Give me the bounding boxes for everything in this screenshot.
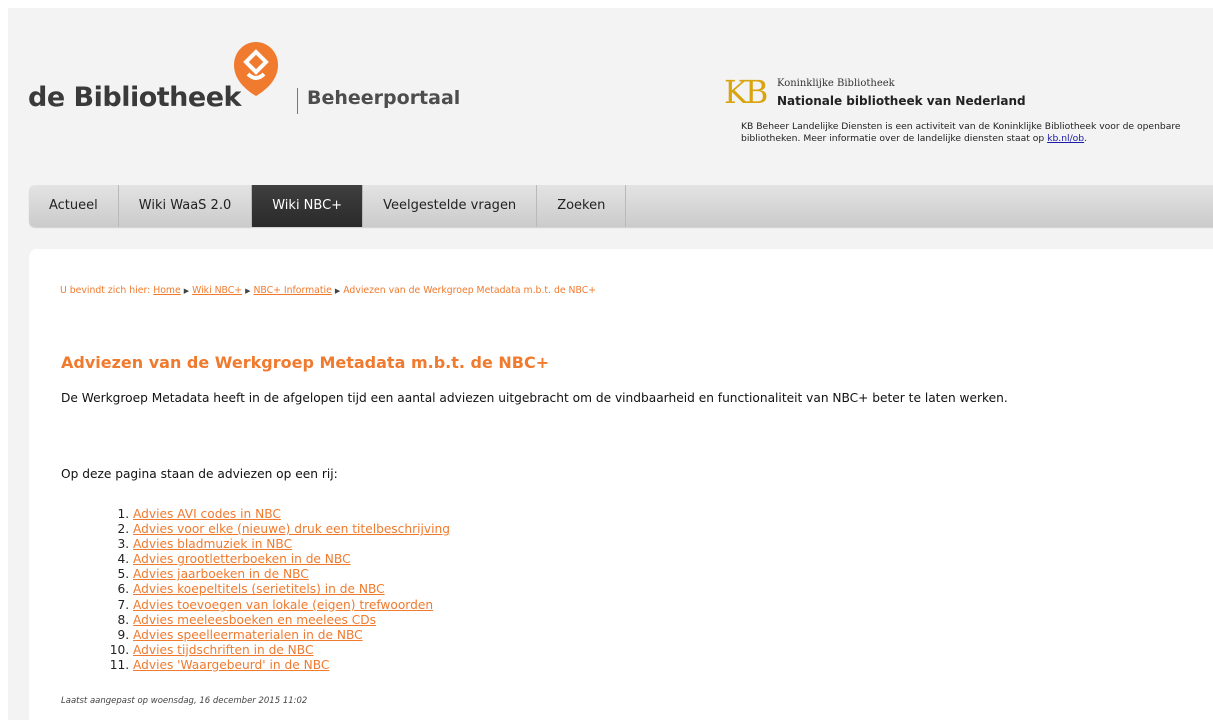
nav-wiki-waas[interactable]: Wiki WaaS 2.0 xyxy=(119,185,253,227)
advies-link[interactable]: Advies voor elke (nieuwe) druk een titel… xyxy=(133,522,450,536)
list-item: Advies voor elke (nieuwe) druk een titel… xyxy=(133,522,450,537)
advies-link[interactable]: Advies tijdschriften in de NBC xyxy=(133,643,313,657)
advies-link[interactable]: Advies koepeltitels (serietitels) in de … xyxy=(133,582,385,596)
page-title: Adviezen van de Werkgroep Metadata m.b.t… xyxy=(61,353,550,372)
advies-link[interactable]: Advies toevoegen van lokale (eigen) tref… xyxy=(133,598,433,612)
header-separator xyxy=(297,88,298,114)
breadcrumb-arrow-icon: ▶ xyxy=(245,287,251,295)
advies-link[interactable]: Advies 'Waargebeurd' in de NBC xyxy=(133,658,329,672)
advies-link[interactable]: Advies grootletterboeken in de NBC xyxy=(133,552,351,566)
portal-title: Beheerportaal xyxy=(307,87,461,109)
list-item: Advies AVI codes in NBC xyxy=(133,507,450,522)
breadcrumb-home[interactable]: Home xyxy=(153,285,180,296)
kb-subtitle: Nationale bibliotheek van Nederland xyxy=(777,94,1026,108)
list-item: Advies tijdschriften in de NBC xyxy=(133,643,450,658)
list-intro: Op deze pagina staan de adviezen op een … xyxy=(61,467,338,481)
breadcrumb-arrow-icon: ▶ xyxy=(334,287,341,295)
kb-logo[interactable]: KB xyxy=(724,73,768,111)
kb-description: KB Beheer Landelijke Diensten is een act… xyxy=(741,121,1191,144)
breadcrumb-arrow-icon: ▶ xyxy=(183,287,190,295)
advies-link[interactable]: Advies speelleermaterialen in de NBC xyxy=(133,628,363,642)
nav-actueel[interactable]: Actueel xyxy=(29,185,119,227)
breadcrumb-current: Adviezen van de Werkgroep Metadata m.b.t… xyxy=(343,285,596,296)
list-item: Advies meeleesboeken en meelees CDs xyxy=(133,613,450,628)
list-item: Advies speelleermaterialen in de NBC xyxy=(133,628,450,643)
nav-veelgestelde-vragen[interactable]: Veelgestelde vragen xyxy=(363,185,538,227)
advies-link[interactable]: Advies bladmuziek in NBC xyxy=(133,537,292,551)
last-modified: Laatst aangepast op woensdag, 16 decembe… xyxy=(61,696,308,706)
kb-link[interactable]: kb.nl/ob xyxy=(1047,133,1084,144)
list-item: Advies jaarboeken in de NBC xyxy=(133,567,450,582)
breadcrumb-nbc-informatie[interactable]: NBC+ Informatie xyxy=(253,285,331,296)
bibliotheek-logo[interactable]: de Bibliotheek xyxy=(28,82,241,113)
list-item: Advies bladmuziek in NBC xyxy=(133,537,450,552)
intro-text: De Werkgroep Metadata heeft in de afgelo… xyxy=(61,391,1008,405)
kb-description-text: KB Beheer Landelijke Diensten is een act… xyxy=(741,121,1181,144)
kb-period: . xyxy=(1084,132,1088,144)
nav-wiki-nbc[interactable]: Wiki NBC+ xyxy=(252,185,364,227)
list-item: Advies grootletterboeken in de NBC xyxy=(133,552,450,567)
nav-zoeken[interactable]: Zoeken xyxy=(537,185,627,227)
adviezen-list: Advies AVI codes in NBC Advies voor elke… xyxy=(133,507,450,673)
advies-link[interactable]: Advies AVI codes in NBC xyxy=(133,507,281,521)
list-item: Advies 'Waargebeurd' in de NBC xyxy=(133,658,450,673)
main-nav: Actueel Wiki WaaS 2.0 Wiki NBC+ Veelgest… xyxy=(29,185,1213,227)
advies-link[interactable]: Advies jaarboeken in de NBC xyxy=(133,567,309,581)
breadcrumb: U bevindt zich hier: Home ▶ Wiki NBC+ ▶ NBC+… xyxy=(60,285,700,297)
breadcrumb-wiki-nbc[interactable]: Wiki NBC+ xyxy=(192,285,242,296)
bibliotheek-logo-icon xyxy=(234,42,278,96)
kb-name-line: Koninklijke Bibliotheek xyxy=(777,78,895,89)
list-item: Advies koepeltitels (serietitels) in de … xyxy=(133,582,450,597)
page: de Bibliotheek Beheerportaal KB Koninkli… xyxy=(8,8,1213,720)
list-item: Advies toevoegen van lokale (eigen) tref… xyxy=(133,598,450,613)
breadcrumb-prefix: U bevindt zich hier: xyxy=(60,285,151,296)
content-area: U bevindt zich hier: Home ▶ Wiki NBC+ ▶ NBC+… xyxy=(29,249,1213,720)
advies-link[interactable]: Advies meeleesboeken en meelees CDs xyxy=(133,613,376,627)
